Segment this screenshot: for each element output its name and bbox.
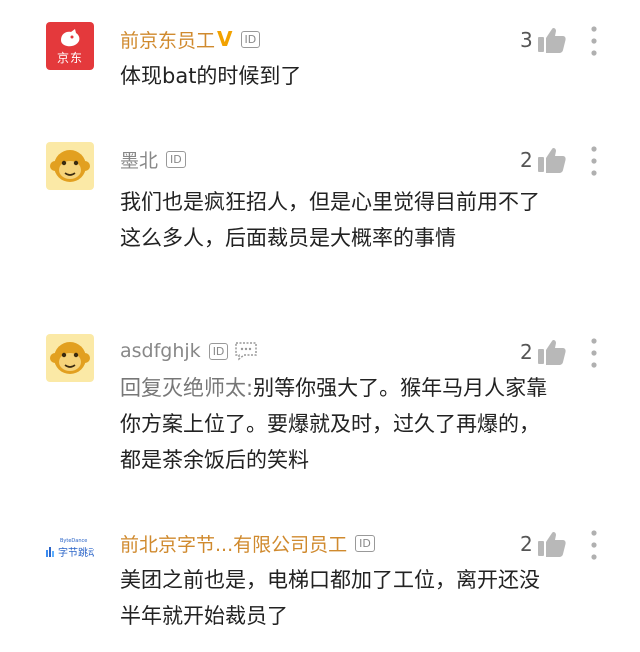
verified-badge: V (217, 27, 233, 51)
comment-header: asdfghjk ID (120, 336, 258, 366)
more-options-icon[interactable] (584, 144, 604, 180)
id-badge: ID (355, 534, 375, 552)
comment-header: 前京东员工 V ID (120, 24, 261, 54)
avatar-brand-label: 字节跳动 (58, 548, 94, 559)
avatar[interactable]: ByteDance 字节跳动 (46, 526, 94, 574)
more-options-icon[interactable] (584, 24, 604, 60)
avatar[interactable]: 京东 (46, 22, 94, 70)
like-button[interactable]: 2 (520, 530, 567, 558)
id-badge: ID (208, 342, 229, 360)
comment-header: 前北京字节...有限公司员工 ID (120, 528, 375, 558)
more-options-icon[interactable] (584, 336, 604, 372)
username[interactable]: asdfghjk (120, 340, 201, 362)
comment-text: 我们也是疯狂招人，但是心里觉得目前用不了这么多人，后面裁员是大概率的事情 (120, 190, 540, 250)
comment-header: 墨北 ID (120, 144, 186, 174)
username[interactable]: 墨北 (120, 146, 158, 173)
avatar[interactable] (46, 142, 94, 190)
thumbs-up-icon (537, 339, 566, 365)
id-badge: ID (166, 150, 186, 168)
avatar-brand-label: 京东 (56, 51, 83, 65)
reply-prefix[interactable]: 回复灭绝师太: (120, 376, 253, 400)
jd-dog-logo-icon (61, 29, 80, 47)
thumbs-up-icon (537, 27, 566, 53)
more-options-icon[interactable] (584, 528, 604, 564)
message-icon[interactable] (234, 341, 258, 361)
thumbs-up-icon (537, 147, 566, 173)
username[interactable]: 前京东员工 (120, 26, 215, 53)
like-count: 2 (520, 532, 533, 556)
like-button[interactable]: 3 (520, 26, 567, 54)
username[interactable]: 前北京字节...有限公司员工 (120, 530, 347, 557)
comment-text: 体现bat的时候到了 (120, 64, 302, 88)
like-button[interactable]: 2 (520, 146, 567, 174)
like-count: 3 (520, 28, 533, 52)
bytedance-logo-icon (46, 547, 54, 557)
like-count: 2 (520, 340, 533, 364)
like-button[interactable]: 2 (520, 338, 567, 366)
avatar[interactable] (46, 334, 94, 382)
comment-text: 回复灭绝师太:别等你强大了。猴年马月人家靠你方案上位了。要爆就及时，过久了再爆的… (120, 370, 560, 478)
thumbs-up-icon (537, 531, 566, 557)
monkey-avatar-icon (50, 150, 90, 182)
comment-text: 美团之前也是，电梯口都加了工位，离开还没半年就开始裁员了 (120, 568, 540, 628)
id-badge: ID (240, 30, 261, 48)
like-count: 2 (520, 148, 533, 172)
monkey-avatar-icon (50, 342, 90, 374)
